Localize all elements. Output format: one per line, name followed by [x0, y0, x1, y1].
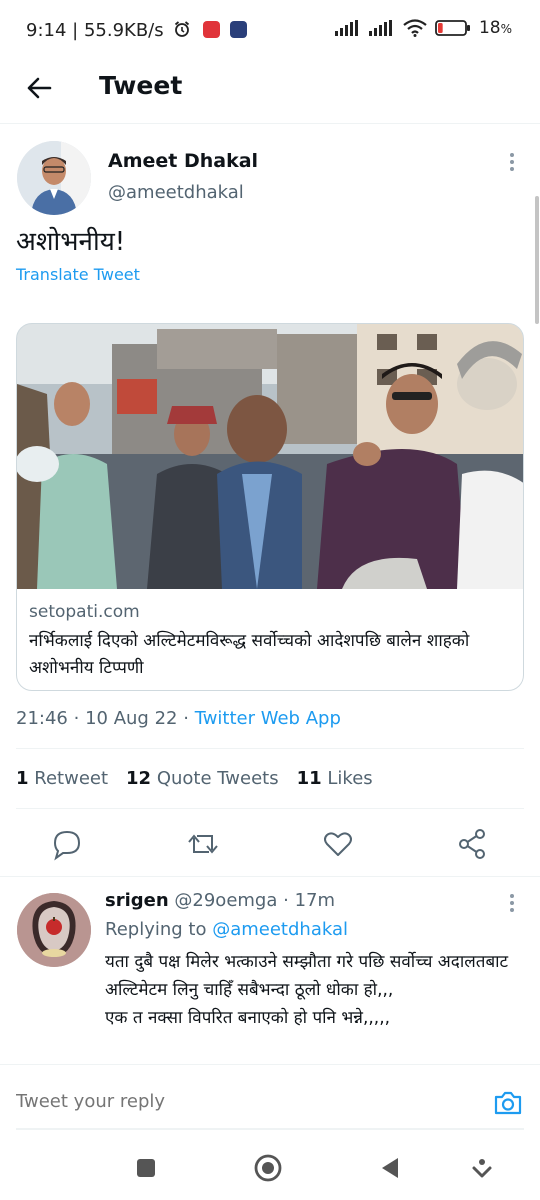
replying-prefix: Replying to: [105, 919, 207, 940]
status-time: 9:14 | 55.9KB/s: [26, 20, 247, 41]
back-nav-button[interactable]: [374, 1152, 406, 1184]
tweet-date: 10 Aug 22: [85, 708, 178, 729]
meta-separator: ·: [183, 708, 189, 729]
share-button[interactable]: [450, 822, 494, 866]
square-icon: [137, 1159, 155, 1177]
clock-time: 9:14: [26, 20, 67, 41]
back-button[interactable]: [22, 70, 58, 106]
reply-text: यता दुबै पक्ष मिलेर भत्काउने सम्झौता गरे…: [105, 952, 509, 1028]
home-circle-icon: [254, 1154, 282, 1182]
more-vertical-icon: [505, 153, 519, 171]
compose-underline: [16, 1128, 524, 1130]
recents-button[interactable]: [130, 1152, 162, 1184]
status-indicators: 18%: [334, 18, 512, 38]
replying-to-handle[interactable]: @ameetdhakal: [212, 919, 348, 940]
tweet-actions: [0, 822, 540, 866]
like-button[interactable]: [316, 822, 360, 866]
app-notification-icon: [203, 20, 221, 38]
retweet-icon: [188, 834, 218, 854]
card-domain: setopati.com: [29, 602, 140, 622]
translate-tweet-link[interactable]: Translate Tweet: [16, 265, 140, 284]
news-app-notification-icon: [229, 20, 247, 38]
scrollbar[interactable]: [535, 196, 539, 324]
page-title: Tweet: [99, 71, 183, 100]
author-name[interactable]: Ameet Dhakal: [108, 150, 258, 172]
system-nav-bar: [0, 1136, 540, 1200]
battery-icon: [435, 20, 470, 36]
reply-button[interactable]: [45, 822, 89, 866]
reply-header: srigen @29oemga · 17m: [105, 890, 335, 911]
tweet-text: अशोभनीय!: [16, 227, 126, 257]
status-bar: 9:14 | 55.9KB/s 18%: [0, 0, 540, 62]
author-handle[interactable]: @ameetdhakal: [108, 182, 244, 203]
quote-tweets-stat[interactable]: 12 Quote Tweets: [126, 768, 279, 789]
divider: [16, 748, 524, 749]
network-speed: 55.9KB/s: [83, 20, 164, 41]
triangle-back-icon: [382, 1158, 398, 1178]
heart-icon: [324, 832, 352, 856]
more-options-button[interactable]: [505, 151, 519, 175]
author-avatar[interactable]: [17, 141, 91, 215]
link-preview-card[interactable]: setopati.com नर्भिकलाई दिएको अल्टिमेटमवि…: [16, 323, 524, 691]
reply-input[interactable]: [16, 1091, 416, 1112]
more-vertical-icon: [505, 894, 519, 912]
tweet-meta: 21:46 · 10 Aug 22 · Twitter Web App: [16, 708, 341, 729]
reply-more-options-button[interactable]: [505, 892, 519, 916]
tweet-stats: 1 Retweet 12 Quote Tweets 11 Likes: [16, 768, 373, 789]
alarm-icon: [175, 21, 190, 37]
assistant-button[interactable]: [466, 1152, 498, 1184]
meta-separator: ·: [73, 708, 80, 729]
replying-to: Replying to @ameetdhakal: [105, 919, 348, 940]
reply-author-avatar[interactable]: [17, 893, 91, 967]
signal-icon: [334, 20, 358, 36]
reply-author-name[interactable]: srigen: [105, 890, 169, 911]
wifi-icon: [403, 19, 427, 37]
top-app-bar: Tweet: [0, 62, 540, 124]
battery-percent: 18%: [478, 18, 512, 38]
signal-icon-2: [368, 20, 392, 36]
section-divider: [0, 876, 540, 877]
card-title: नर्भिकलाई दिएको अल्टिमेटमविरूद्ध सर्वोच्…: [29, 631, 470, 678]
camera-icon: [494, 1091, 522, 1115]
divider: [16, 808, 524, 809]
reply-compose-bar: [0, 1064, 540, 1136]
reply-separator: ·: [283, 890, 289, 911]
reply-age: 17m: [294, 890, 336, 911]
reply-avatar-image: [17, 893, 91, 967]
avatar-image: [17, 141, 91, 215]
camera-button[interactable]: [490, 1085, 526, 1121]
share-icon: [459, 829, 485, 859]
retweet-button[interactable]: [181, 822, 225, 866]
tweet-time: 21:46: [16, 708, 68, 729]
home-button[interactable]: [252, 1152, 284, 1184]
tweet-source-link[interactable]: Twitter Web App: [195, 708, 341, 729]
reply-author-handle[interactable]: @29oemga: [174, 890, 277, 911]
retweets-stat[interactable]: 1 Retweet: [16, 768, 108, 789]
comment-icon: [53, 830, 81, 861]
card-image: [17, 324, 523, 589]
chevron-down-icon: [472, 1159, 492, 1178]
arrow-left-icon: [27, 77, 52, 99]
likes-stat[interactable]: 11 Likes: [297, 768, 373, 789]
